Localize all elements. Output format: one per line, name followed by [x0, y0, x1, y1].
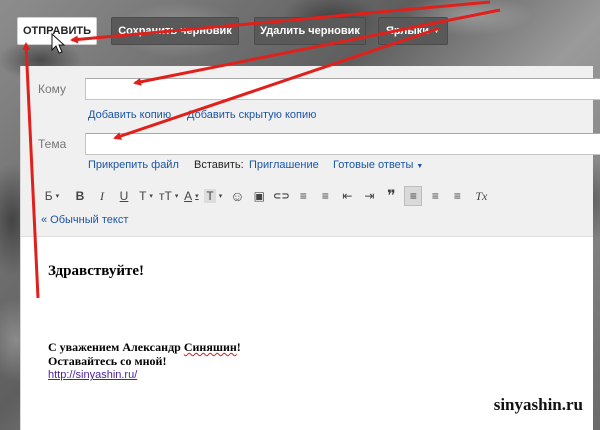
add-bcc-link[interactable]: Добавить скрытую копию	[187, 109, 316, 121]
canned-responses-dropdown[interactable]: Готовые ответы ▼	[333, 159, 423, 171]
signature-name: Синяшин	[183, 340, 237, 354]
chevron-down-icon: ▾	[195, 193, 199, 200]
signature-url-link[interactable]: http://sinyashin.ru/	[48, 369, 137, 381]
align-right-icon[interactable]: ≡	[448, 186, 466, 206]
save-draft-button[interactable]: Сохранить черновик	[111, 17, 239, 45]
greeting-text: Здравствуйте!	[48, 263, 145, 279]
labels-dropdown-button[interactable]: Ярлыки ▼	[378, 17, 448, 45]
indent-more-icon[interactable]: ⇥	[360, 186, 378, 206]
align-left-icon[interactable]: ≡	[404, 186, 423, 206]
size-glyph: тT	[159, 189, 172, 203]
compose-panel: Кому Добавить копию Добавить скрытую коп…	[20, 66, 600, 430]
text-color-dropdown[interactable]: A ▾	[182, 186, 200, 206]
bold-button[interactable]: B	[71, 186, 89, 206]
link-icon[interactable]: ⊂⊃	[272, 186, 290, 206]
insert-invitation-link[interactable]: Приглашение	[249, 159, 319, 171]
insert-label: Вставить:	[194, 159, 244, 171]
font-family-dropdown[interactable]: Б ▾	[41, 186, 63, 206]
numbered-list-icon[interactable]: ≡	[294, 186, 312, 206]
font-dropdown[interactable]: T ▾	[137, 186, 155, 206]
highlight-glyph: T	[204, 189, 216, 203]
font-size-dropdown[interactable]: тT ▾	[159, 186, 178, 206]
plain-text-link[interactable]: « Обычный текст	[41, 214, 128, 226]
quote-icon[interactable]: ❞	[382, 186, 400, 206]
emoji-icon[interactable]: ☺	[228, 186, 246, 206]
attach-file-link[interactable]: Прикрепить файл	[88, 159, 179, 171]
highlight-dropdown[interactable]: T ▾	[204, 186, 222, 206]
chevron-down-icon: ▾	[55, 193, 60, 200]
canned-responses-label: Готовые ответы	[333, 159, 414, 171]
chevron-down-icon: ▼	[416, 163, 424, 170]
font-glyph: T	[139, 189, 147, 203]
text-color-glyph: A	[184, 189, 193, 203]
to-field[interactable]	[85, 78, 600, 100]
chevron-down-icon: ▾	[218, 193, 223, 200]
signature-line-2: Оставайтесь со мной!	[48, 354, 167, 368]
image-icon[interactable]: ▣	[250, 186, 268, 206]
signature-suffix: !	[236, 340, 241, 354]
underline-button[interactable]: U	[115, 186, 133, 206]
to-label: Кому	[38, 82, 67, 96]
italic-button[interactable]: I	[93, 186, 111, 206]
labels-button-label: Ярлыки	[386, 25, 430, 37]
signature-prefix: С уважением Александр	[48, 340, 184, 354]
chevron-down-icon: ▼	[433, 27, 440, 35]
compose-header: Кому Добавить копию Добавить скрытую коп…	[21, 66, 600, 236]
chevron-down-icon: ▾	[174, 193, 179, 200]
send-button[interactable]: ОТПРАВИТЬ	[17, 17, 97, 45]
watermark: sinyashin.ru	[493, 395, 583, 414]
delete-draft-button[interactable]: Удалить черновик	[254, 17, 366, 45]
subject-label: Тема	[38, 137, 67, 151]
align-center-icon[interactable]: ≡	[426, 186, 444, 206]
font-family-label: Б	[44, 189, 53, 203]
bulleted-list-icon[interactable]: ≡	[316, 186, 334, 206]
message-body-editor[interactable]: Здравствуйте! С уважением Александр Синя…	[21, 236, 593, 430]
indent-less-icon[interactable]: ⇤	[338, 186, 356, 206]
chevron-down-icon: ▾	[149, 193, 153, 200]
formatting-toolbar: Б ▾ B I U T ▾ тT ▾ A ▾ T ▾ ☺ ▣ ⊂⊃ ≡ ≡ ⇤ ⇥ ❞ ≡…	[41, 186, 490, 206]
add-cc-link[interactable]: Добавить копию	[88, 109, 171, 121]
signature-line-1: С уважением Александр Синяшин!	[48, 340, 241, 355]
subject-field[interactable]	[85, 133, 600, 155]
clear-formatting-icon[interactable]: Tx	[472, 186, 490, 206]
